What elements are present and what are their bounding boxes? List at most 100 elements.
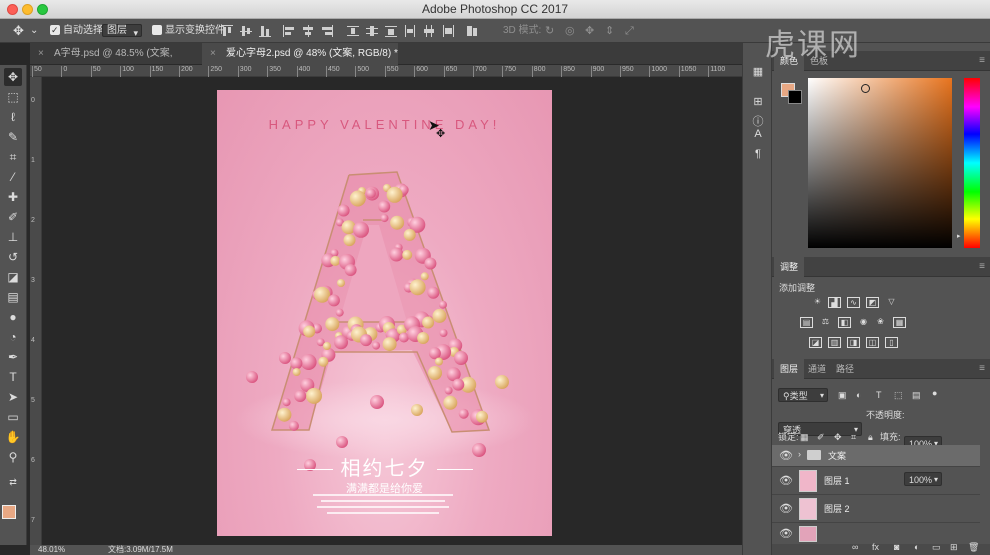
3d-roll-icon[interactable]: ◎ bbox=[565, 23, 575, 39]
panel-menu-icon[interactable]: ≡ bbox=[979, 363, 985, 374]
distribute-hcenter-icon[interactable] bbox=[423, 25, 435, 37]
chevron-right-icon[interactable]: › bbox=[798, 449, 801, 459]
filter-adjustment-icon[interactable]: ◐ bbox=[856, 388, 861, 402]
3d-pan-icon[interactable]: ✥ bbox=[585, 23, 594, 39]
marquee-tool-icon[interactable]: ⬚ bbox=[4, 88, 22, 106]
brightness-contrast-icon[interactable]: ☀ bbox=[811, 297, 824, 308]
pen-tool-icon[interactable]: ✒ bbox=[4, 348, 22, 366]
hand-tool-icon[interactable]: ✋ bbox=[4, 428, 22, 446]
levels-icon[interactable]: ▟ bbox=[828, 297, 841, 308]
tab-paths[interactable]: 路径 bbox=[830, 359, 860, 379]
align-left-icon[interactable] bbox=[283, 25, 295, 37]
distribute-left-icon[interactable] bbox=[404, 25, 416, 37]
align-hcenter-icon[interactable] bbox=[302, 25, 314, 37]
filter-pixel-icon[interactable]: ▣ bbox=[838, 388, 847, 402]
3d-scale-icon[interactable]: ⤢ bbox=[625, 23, 634, 39]
filter-smart-object-icon[interactable]: ▤ bbox=[912, 388, 921, 402]
color-picker-handle[interactable] bbox=[861, 84, 870, 93]
filter-type-icon[interactable]: T bbox=[876, 388, 882, 402]
distribute-top-icon[interactable] bbox=[347, 25, 359, 37]
color-picker-field[interactable] bbox=[808, 78, 952, 248]
lock-position-icon[interactable]: ✥ bbox=[834, 430, 842, 444]
threshold-icon[interactable]: ◨ bbox=[847, 337, 860, 348]
distribute-right-icon[interactable] bbox=[442, 25, 454, 37]
color-lookup-icon[interactable]: ▦ bbox=[893, 317, 906, 328]
lasso-tool-icon[interactable]: ℓ bbox=[4, 108, 22, 126]
close-window-button[interactable] bbox=[7, 4, 18, 15]
tab-heart-letter-psd[interactable]: × 爱心字母2.psd @ 48% (文案, RGB/8) * bbox=[202, 43, 398, 65]
visibility-eye-icon[interactable]: 👁︎ bbox=[779, 503, 793, 515]
character-panel-icon[interactable]: A bbox=[751, 127, 765, 141]
healing-brush-tool-icon[interactable]: ✚ bbox=[4, 188, 22, 206]
black-white-icon[interactable]: ◧ bbox=[838, 317, 851, 328]
swap-colors-icon[interactable]: ⇄ bbox=[4, 473, 22, 491]
layer-row[interactable]: 👁︎ 图层 1 bbox=[772, 468, 980, 495]
properties-panel-icon[interactable]: ⊞ bbox=[751, 95, 765, 109]
exposure-icon[interactable]: ◩ bbox=[866, 297, 879, 308]
lock-transparent-icon[interactable]: ▦ bbox=[800, 430, 809, 444]
history-panel-icon[interactable]: ▦ bbox=[751, 65, 765, 79]
layer-row-partial[interactable]: 👁︎ bbox=[772, 524, 980, 544]
lock-all-icon[interactable]: 🔒︎ bbox=[868, 430, 873, 444]
type-tool-icon[interactable]: T bbox=[4, 368, 22, 386]
move-tool-icon[interactable]: ✥ bbox=[4, 68, 22, 86]
new-adjustment-icon[interactable]: ◐ bbox=[914, 542, 919, 552]
lock-artboard-icon[interactable]: ⌗ bbox=[851, 430, 856, 444]
distribute-vcenter-icon[interactable] bbox=[366, 25, 378, 37]
align-bottom-icon[interactable] bbox=[259, 25, 271, 37]
background-color-swatch[interactable] bbox=[788, 90, 802, 104]
layer-row[interactable]: 👁︎ 图层 2 bbox=[772, 496, 980, 523]
clone-stamp-tool-icon[interactable]: ⊥ bbox=[4, 228, 22, 246]
path-select-tool-icon[interactable]: ➤ bbox=[4, 388, 22, 406]
channel-mixer-icon[interactable]: ❀ bbox=[874, 317, 887, 328]
layer-style-icon[interactable]: fx bbox=[872, 542, 879, 552]
color-balance-icon[interactable]: ⚖ bbox=[819, 317, 832, 328]
align-top-icon[interactable] bbox=[221, 25, 233, 37]
layer-kind-filter[interactable]: ⚲类型 bbox=[778, 388, 828, 403]
eyedropper-tool-icon[interactable]: ⁄ bbox=[4, 168, 22, 186]
poster-document[interactable]: HAPPY VALENTINE DAY! 相约七夕 满满都是给你爱 bbox=[217, 90, 552, 536]
panel-menu-icon[interactable]: ≡ bbox=[979, 261, 985, 272]
new-layer-icon[interactable]: ⊞ bbox=[950, 542, 958, 553]
eraser-tool-icon[interactable]: ◪ bbox=[4, 268, 22, 286]
show-transform-checkbox[interactable]: 显示变换控件 bbox=[152, 23, 225, 39]
visibility-eye-icon[interactable]: 👁︎ bbox=[779, 450, 793, 462]
invert-icon[interactable]: ◪ bbox=[809, 337, 822, 348]
link-layers-icon[interactable]: ∞ bbox=[852, 542, 858, 552]
3d-rotate-icon[interactable]: ↻ bbox=[545, 23, 554, 39]
3d-slide-icon[interactable]: ⇕ bbox=[605, 23, 614, 39]
dodge-tool-icon[interactable]: ◔ bbox=[4, 328, 22, 346]
quick-select-tool-icon[interactable]: ✎ bbox=[4, 128, 22, 146]
hue-slider-handle[interactable]: ▸ bbox=[957, 232, 961, 240]
delete-layer-icon[interactable]: 🗑︎ bbox=[968, 542, 979, 553]
new-group-icon[interactable]: ▭ bbox=[932, 542, 941, 553]
filter-shape-icon[interactable]: ⬚ bbox=[894, 388, 903, 402]
chevron-down-icon[interactable]: ⌄ bbox=[30, 23, 38, 39]
hue-saturation-icon[interactable]: ▤ bbox=[800, 317, 813, 328]
minimize-window-button[interactable] bbox=[22, 4, 33, 15]
auto-select-checkbox[interactable]: 自动选择: bbox=[50, 22, 106, 39]
brush-tool-icon[interactable]: ✐ bbox=[4, 208, 22, 226]
layer-row-group[interactable]: 👁︎ › 文案 bbox=[772, 445, 980, 467]
curves-icon[interactable]: ∿ bbox=[847, 297, 860, 308]
zoom-level[interactable]: 48.01% bbox=[38, 545, 65, 555]
maximize-window-button[interactable] bbox=[37, 4, 48, 15]
foreground-color-swatch[interactable] bbox=[2, 505, 16, 519]
panel-menu-icon[interactable]: ≡ bbox=[979, 55, 985, 66]
vibrance-icon[interactable]: ▽ bbox=[885, 297, 898, 308]
crop-tool-icon[interactable]: ⌗ bbox=[4, 148, 22, 166]
tab-channels[interactable]: 通道 bbox=[802, 359, 832, 379]
history-brush-tool-icon[interactable]: ↺ bbox=[4, 248, 22, 266]
tab-layers[interactable]: 图层 bbox=[774, 359, 805, 379]
auto-align-icon[interactable] bbox=[466, 25, 478, 37]
selective-color-icon[interactable]: ▯ bbox=[885, 337, 898, 348]
gradient-tool-icon[interactable]: ▤ bbox=[4, 288, 22, 306]
add-mask-icon[interactable]: ◙ bbox=[894, 542, 899, 552]
gradient-map-icon[interactable]: ◫ bbox=[866, 337, 879, 348]
distribute-bottom-icon[interactable] bbox=[385, 25, 397, 37]
lock-pixels-icon[interactable]: ✐ bbox=[817, 430, 825, 444]
tab-a-letter-psd[interactable]: × A字母.psd @ 48.5% (文案, RGB/8) * bbox=[30, 43, 202, 81]
paragraph-panel-icon[interactable]: ¶ bbox=[751, 147, 765, 161]
visibility-eye-icon[interactable]: 👁︎ bbox=[779, 475, 793, 487]
filter-toggle-icon[interactable]: ● bbox=[932, 386, 937, 400]
